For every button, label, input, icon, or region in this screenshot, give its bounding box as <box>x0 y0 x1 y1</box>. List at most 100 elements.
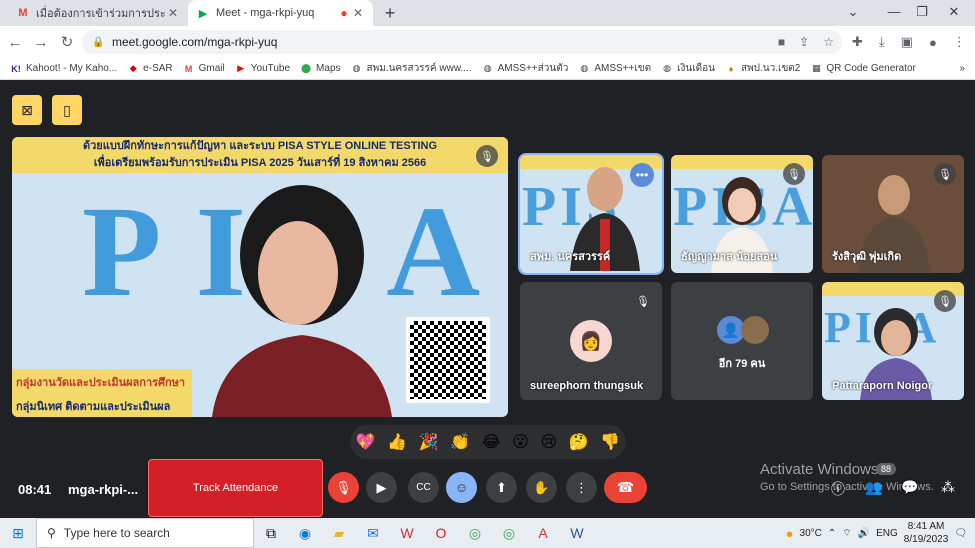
word-icon[interactable]: W <box>560 518 594 548</box>
bookmark-kahoot[interactable]: K! Kahoot! - My Kaho... <box>10 63 117 75</box>
meeting-details-icon[interactable]: ⓘ <box>828 479 848 499</box>
activities-icon[interactable]: ⁂ <box>938 479 958 496</box>
tab-search-icon[interactable]: ⌄ <box>843 4 863 20</box>
language-indicator[interactable]: ENG <box>876 528 898 539</box>
bookmark-maps[interactable]: ⬤ Maps <box>300 63 341 75</box>
avatar <box>741 316 769 344</box>
network-icon[interactable]: ⌔ <box>842 527 851 540</box>
bookmark-amss-personal[interactable]: ◍ AMSS++ส่วนตัว <box>482 61 569 76</box>
task-view-icon[interactable]: ⧉ <box>254 518 288 548</box>
volume-icon[interactable]: 🔊 <box>858 528 870 539</box>
bookmark-youtube[interactable]: ▶ YouTube <box>235 63 290 75</box>
url-bar[interactable]: 🔒 meet.google.com/mga-rkpi-yuq ■ ⇪ ☆ <box>82 30 842 54</box>
forward-icon[interactable]: → <box>30 34 52 51</box>
main-speaker-tile[interactable]: PISA ด้วยแบบฝึกทักษะการแก้ปัญหา และระบบ … <box>12 137 508 417</box>
people-icon[interactable]: 👥 <box>864 479 884 496</box>
captions-button[interactable]: CC <box>408 472 439 503</box>
globe-icon: ◍ <box>483 63 492 73</box>
track-attendance-button[interactable]: Track Attendance <box>148 459 323 517</box>
globe-icon: ◍ <box>352 63 361 73</box>
surprised-reaction[interactable]: 😮 <box>512 432 529 452</box>
meet-icon: ▶ <box>198 7 208 20</box>
more-options-button[interactable]: ⋮ <box>566 472 597 503</box>
back-icon[interactable]: ← <box>4 34 26 51</box>
minimize-icon[interactable]: — <box>884 4 904 19</box>
mail-icon[interactable]: ✉ <box>356 518 390 548</box>
party-popper-reaction[interactable]: 🎉 <box>419 432 439 452</box>
thumbs-up-reaction[interactable]: 👍 <box>387 432 407 452</box>
share-icon[interactable]: ⇪ <box>799 35 809 49</box>
mic-off-button[interactable]: 🎙 <box>328 472 359 503</box>
bookmark-gmail[interactable]: M Gmail <box>183 63 225 75</box>
bookmark-qr[interactable]: ▦ QR Code Generator <box>810 63 916 75</box>
speaker-video <box>212 185 392 417</box>
taskbar-clock[interactable]: 8:41 AM 8/19/2023 <box>904 520 949 546</box>
notifications-icon[interactable]: 🗨 <box>954 528 967 539</box>
meet-control-bar: 08:41 mga-rkpi-... Track Attendance 🎙 ▶ … <box>0 459 975 517</box>
windows-start-icon[interactable]: ⊞ <box>0 525 36 542</box>
camera-icon[interactable]: ■ <box>778 35 785 49</box>
weather-temp[interactable]: 30°C <box>800 528 822 539</box>
taskbar-search[interactable]: ⚲ Type here to search <box>36 518 254 548</box>
bookmark-spm[interactable]: ◍ สพม.นครสวรรค์ www.... <box>351 61 472 76</box>
tab-gmail[interactable]: M เมื่อต้องการเข้าร่วมการประชุมทางวิดีโอ… <box>8 0 188 26</box>
participant-tile[interactable]: 🎙 รังสิวุฒิ พุ่มเกิด <box>822 155 964 273</box>
wps-office-icon[interactable]: W <box>390 518 424 548</box>
bookmarks-bar: K! Kahoot! - My Kaho... ◆ e-SAR M Gmail ▶ Yo… <box>0 58 975 80</box>
edge-icon[interactable]: ◉ <box>288 518 322 548</box>
bookmark-esar[interactable]: ◆ e-SAR <box>127 63 173 75</box>
opera-icon[interactable]: O <box>424 518 458 548</box>
restore-icon[interactable]: ❐ <box>912 4 932 20</box>
participant-tile[interactable]: 👩 🎙 sureephorn thungsuk <box>520 282 662 400</box>
thumbs-down-reaction[interactable]: 👎 <box>600 432 620 452</box>
mic-off-icon: 🎙 <box>783 163 805 185</box>
recording-dot-icon: ● <box>340 6 348 20</box>
laughing-reaction[interactable]: 😂 <box>482 432 501 452</box>
leave-call-button[interactable]: ☎ <box>604 472 647 503</box>
reactions-button[interactable]: ☺ <box>446 472 477 503</box>
chevron-up-icon[interactable]: ⌃ <box>828 528 836 539</box>
search-placeholder: Type here to search <box>63 526 170 540</box>
reload-icon[interactable]: ↻ <box>56 33 78 51</box>
bookmark-amss-area[interactable]: ◍ AMSS++เขต <box>578 61 651 76</box>
participant-tile[interactable]: PISA 🎙 ธัญญามาส น้อยสอน <box>671 155 813 273</box>
participant-tile[interactable]: PIS ••• สพม. นครสวรรค์ <box>518 153 664 275</box>
layout-icon[interactable]: ▯ <box>52 95 82 125</box>
close-tab-icon[interactable]: ✕ <box>166 6 180 20</box>
close-window-icon[interactable]: ✕ <box>944 4 964 20</box>
chat-icon[interactable]: 💬 <box>900 479 920 496</box>
browser-tab-strip: M เมื่อต้องการเข้าร่วมการประชุมทางวิดีโอ… <box>0 0 975 26</box>
star-icon[interactable]: ☆ <box>823 35 834 49</box>
menu-icon[interactable]: ⋮ <box>953 34 966 50</box>
new-tab-button[interactable]: + <box>380 3 400 24</box>
side-panel-icon[interactable]: ▣ <box>901 34 913 50</box>
camera-button[interactable]: ▶ <box>366 472 397 503</box>
download-icon[interactable]: ⤓ <box>879 34 885 50</box>
bookmark-salary[interactable]: ◍ เงินเดือน <box>661 61 715 76</box>
raise-hand-button[interactable]: ✋ <box>526 472 557 503</box>
avatar: 👩 <box>570 320 612 362</box>
bookmark-spp[interactable]: ♦ สพป.นว.เขต2 <box>725 61 801 76</box>
file-explorer-icon[interactable]: ▰ <box>322 518 356 548</box>
sparkling-heart-reaction[interactable]: 💖 <box>356 432 376 452</box>
windows-taskbar: ⊞ ⚲ Type here to search ⧉ ◉ ▰ ✉ W O ◎ ◎ … <box>0 518 975 548</box>
more-bookmarks-icon[interactable]: » <box>959 63 965 74</box>
extensions-icon[interactable]: ✚ <box>852 34 863 50</box>
acrobat-icon[interactable]: A <box>526 518 560 548</box>
tab-meet[interactable]: ▶ Meet - mga-rkpi-yuq ● ✕ <box>188 0 373 26</box>
more-participants-tile[interactable]: 👤 อีก 79 คน <box>671 282 813 400</box>
more-options-icon[interactable]: ••• <box>630 163 654 187</box>
profile-avatar[interactable]: ● <box>929 35 937 50</box>
captions-off-icon[interactable]: ⊠ <box>12 95 42 125</box>
qr-icon: ▦ <box>812 63 821 73</box>
clapping-reaction[interactable]: 👏 <box>450 432 470 452</box>
participant-tile[interactable]: PISA 🎙 Pattaraporn Noigor <box>822 282 964 400</box>
present-screen-button[interactable]: ⬆ <box>486 472 517 503</box>
thinking-reaction[interactable]: 🤔 <box>569 432 589 452</box>
sad-reaction[interactable]: 😢 <box>540 432 557 452</box>
close-tab-icon[interactable]: ✕ <box>351 6 365 20</box>
presentation-banner: ด้วยแบบฝึกทักษะการแก้ปัญหา และระบบ PISA … <box>12 137 508 173</box>
chrome-icon[interactable]: ◎ <box>492 518 526 548</box>
presentation-footer: กลุ่มงานวัดและประเมินผลการศึกษา กลุ่มนิเ… <box>12 369 192 417</box>
chrome-icon[interactable]: ◎ <box>458 518 492 548</box>
